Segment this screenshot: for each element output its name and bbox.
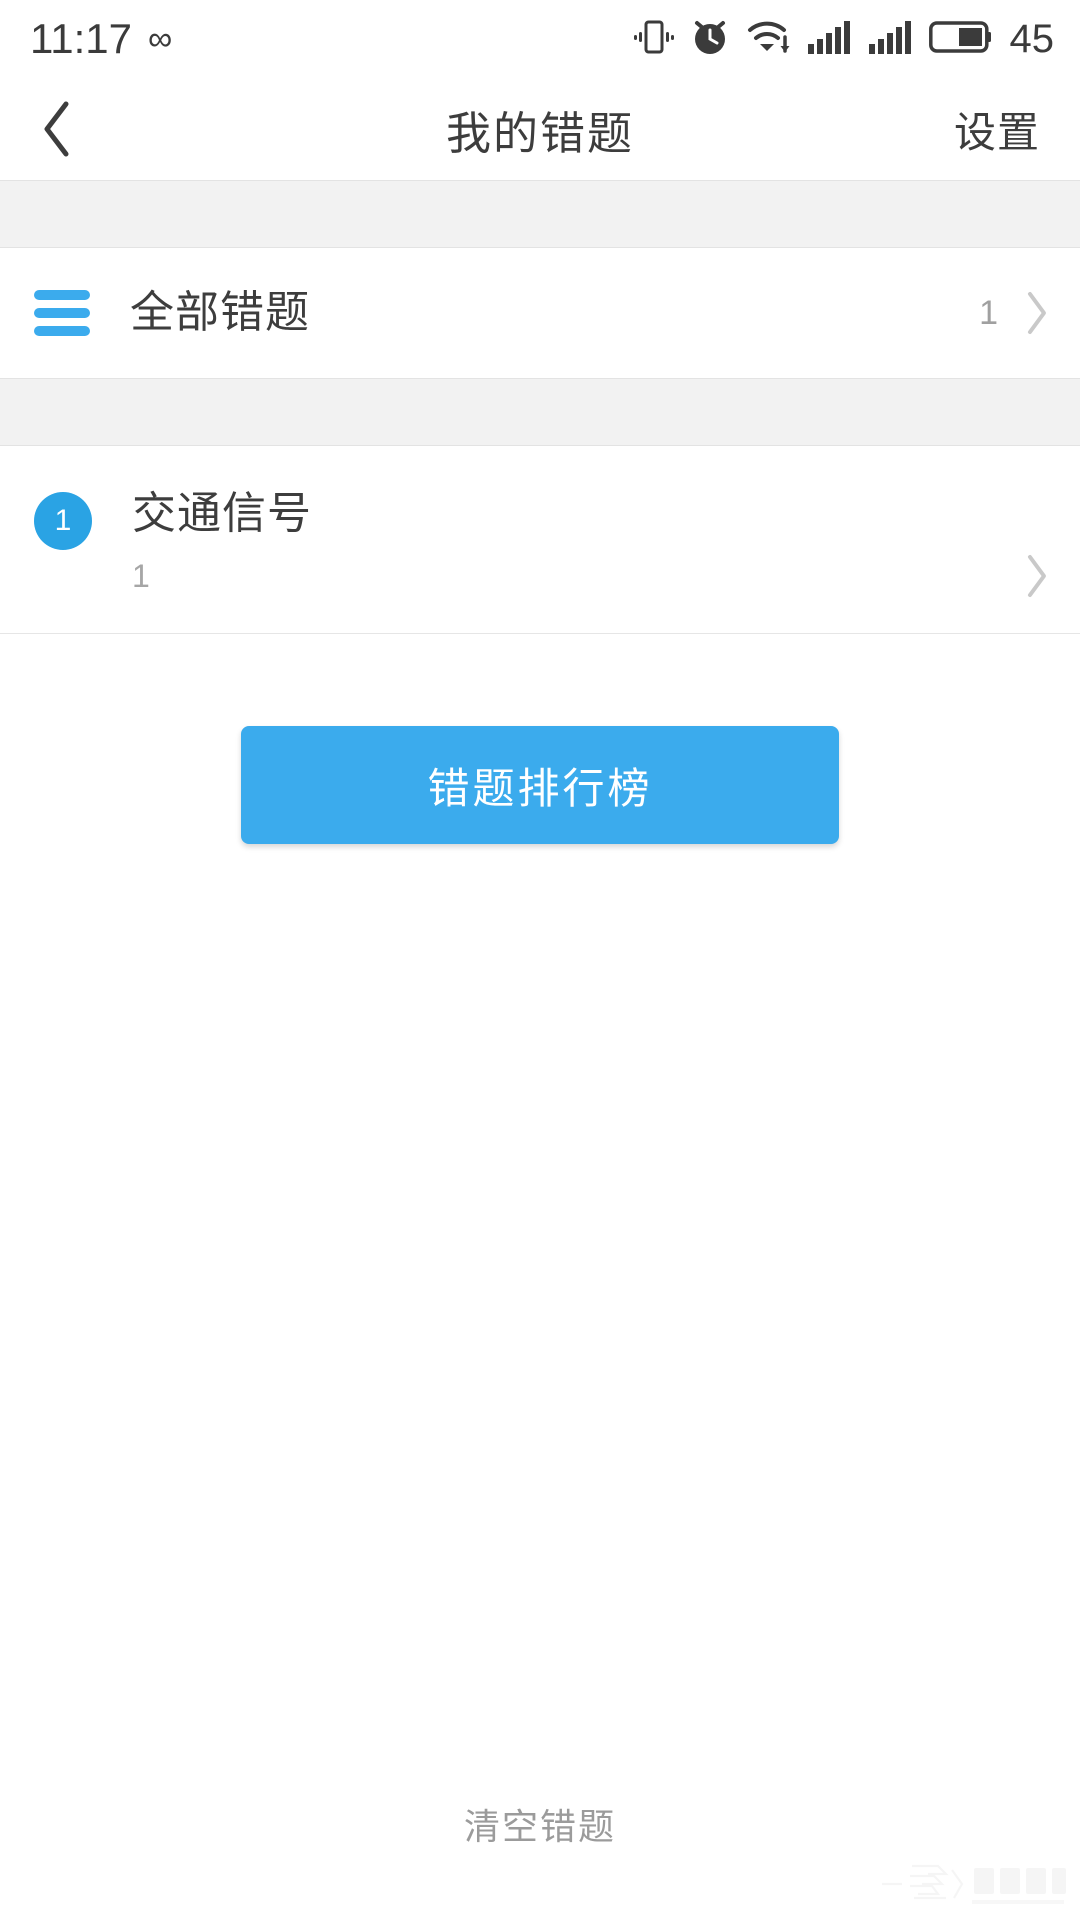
section-divider-band-1 — [0, 180, 1080, 248]
vibrate-icon — [633, 15, 674, 64]
infinity-icon: ∞ — [148, 20, 172, 58]
watermark-logo — [882, 1864, 1066, 1904]
signal-icon-sim1 — [807, 15, 853, 64]
battery-icon — [928, 17, 991, 62]
list-item-category-text: 交通信号 1 — [132, 489, 1024, 595]
list-item-category-subtitle: 1 — [132, 558, 150, 595]
status-bar-left: 11:17 ∞ — [30, 15, 172, 62]
battery-percent-label: 45 — [1009, 17, 1055, 61]
chevron-right-icon — [1028, 292, 1046, 334]
status-bar: 11:17 ∞ 45 — [0, 0, 1080, 78]
status-clock: 11:17 — [30, 15, 132, 62]
app-header: 我的错题 设置 — [0, 78, 1080, 180]
hamburger-icon — [34, 290, 90, 336]
app-screen: 11:17 ∞ 45 我的错题 设置 全部错题 1 1 交通信号 1 错题排行榜… — [0, 0, 1080, 1920]
list-item-all-title: 全部错题 — [130, 287, 310, 337]
settings-button[interactable]: 设置 — [954, 99, 1040, 160]
back-button[interactable] — [40, 90, 118, 168]
page-title: 我的错题 — [445, 107, 634, 159]
primary-button-area: 错题排行榜 — [0, 634, 1080, 844]
list-item-category[interactable]: 1 交通信号 1 — [0, 446, 1080, 634]
signal-icon-sim2 — [868, 15, 914, 64]
alarm-icon — [689, 15, 731, 64]
clear-questions-button[interactable]: 清空错题 — [464, 1798, 616, 1850]
section-divider-band-2 — [0, 378, 1080, 446]
content-filler — [0, 844, 1080, 1770]
list-item-all-count: 1 — [979, 294, 998, 332]
list-item-category-title: 交通信号 — [132, 489, 312, 538]
list-item-all-right: 1 — [979, 290, 1050, 336]
list-item-category-right — [1024, 553, 1050, 599]
footer: 清空错题 — [0, 1770, 1080, 1920]
chevron-left-icon — [44, 101, 69, 157]
list-item-all-text: 全部错题 — [130, 287, 979, 337]
status-bar-right: 45 — [633, 15, 1055, 64]
wifi-icon — [746, 15, 792, 64]
chevron-right-icon — [1028, 554, 1046, 597]
category-count-badge: 1 — [34, 492, 92, 550]
list-item-all-questions[interactable]: 全部错题 1 — [0, 248, 1080, 378]
leaderboard-button[interactable]: 错题排行榜 — [241, 726, 839, 844]
